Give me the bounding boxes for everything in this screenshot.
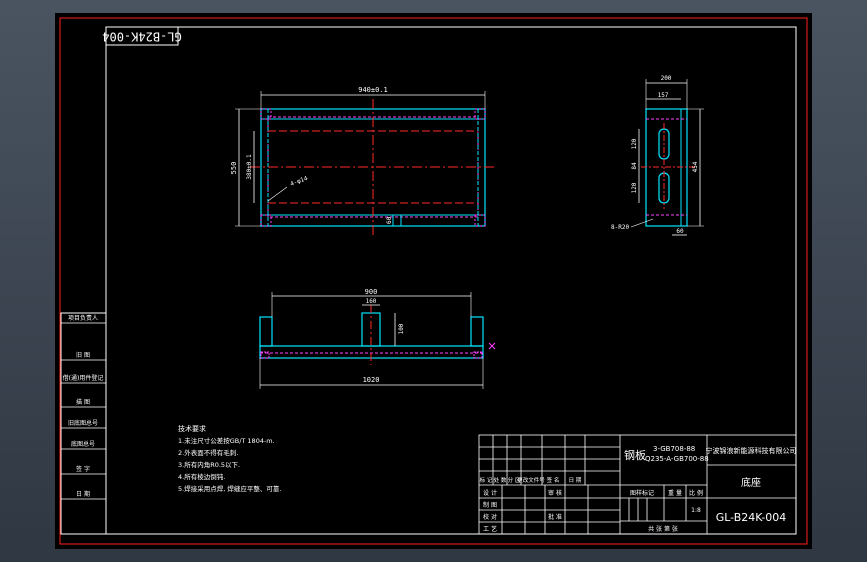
dim-front-rib: 160 (366, 298, 377, 305)
drawing-sheet: GL-B24K-004 项目负责人旧 图借(通)用件登记描 图旧底图总号底图总号… (55, 13, 812, 549)
scale-label: 比 例 (689, 489, 703, 497)
top-view: 940±0.1 550 380±0.1 4-φ14 60 (230, 86, 495, 235)
sheets-label: 共 张 第 张 (648, 525, 678, 533)
rotated-drawing-number: GL-B24K-004 (102, 30, 181, 44)
revision-header-cell: 签 名 (547, 476, 560, 484)
weight-label: 重 量 (668, 489, 682, 497)
stage-label: 图样标记 (630, 489, 654, 497)
scale-value: 1:8 (691, 507, 701, 514)
left-strip-label: 旧底图总号 (68, 419, 98, 427)
dim-top-small: 60 (386, 216, 393, 224)
dim-front-rib-height: 100 (398, 323, 405, 334)
left-label-strip: 项目负责人旧 图借(通)用件登记描 图旧底图总号底图总号签 字日 期 (60, 312, 107, 535)
dim-top-width: 940±0.1 (358, 86, 388, 94)
tech-note-item: 4.所有棱边倒钝. (178, 472, 225, 481)
dim-side-slot2: 84 (631, 162, 638, 170)
material-line3: Q235-A-GB700-88 (645, 455, 709, 463)
tech-note-item: 1.未注尺寸公差按GB/T 1804-m. (178, 436, 275, 445)
cad-drawing: GL-B24K-004 项目负责人旧 图借(通)用件登记描 图旧底图总号底图总号… (59, 17, 808, 545)
part-name: 底座 (741, 476, 761, 489)
left-strip-label: 描 图 (76, 398, 90, 406)
left-strip-label: 借(通)用件登记 (63, 374, 104, 382)
dim-side-height: 454 (692, 161, 699, 172)
dim-side-width: 200 (661, 75, 672, 82)
dim-side-offset: 157 (658, 92, 669, 99)
approval-label: 工 艺 (483, 525, 497, 533)
left-strip-label: 旧 图 (76, 352, 90, 359)
revision-header-cell: 标 记 (480, 476, 493, 484)
tech-note-item: 3.所有内角R0.5以下. (178, 460, 240, 469)
left-strip-label: 日 期 (76, 490, 90, 498)
dim-front-inner: 900 (365, 288, 378, 296)
tech-note-item: 5.焊接采用点焊, 焊缝应平整、可靠. (178, 484, 281, 493)
left-strip-label: 项目负责人 (68, 314, 98, 322)
approval-label: 审 核 (548, 489, 562, 497)
company-name: 宁波锦浪新能源科技有限公司 (706, 446, 797, 455)
dim-top-inner-height: 380±0.1 (246, 154, 253, 180)
approval-label: 设 计 (483, 489, 497, 497)
left-strip-label: 底图总号 (71, 440, 95, 448)
dim-side-bottom: 60 (676, 228, 684, 235)
approval-label: 批 准 (548, 513, 562, 521)
side-view: 200 157 120 84 120 454 60 8-R20 (611, 75, 704, 236)
dim-side-slot1: 120 (631, 138, 638, 149)
material-line2: 3-GB708-88 (653, 445, 695, 453)
left-strip-label: 签 字 (76, 465, 90, 473)
rotated-number-box: GL-B24K-004 (102, 26, 182, 46)
outer-frame (59, 17, 808, 545)
dim-front-total: 1020 (363, 376, 380, 384)
tech-note-item: 2.外表面不得有毛刺. (178, 448, 238, 457)
dim-top-holes: 4-φ14 (289, 175, 309, 188)
revision-header-cell: 日 期 (569, 477, 582, 484)
tech-notes-title: 技术要求 (178, 424, 206, 433)
approval-label: 制 图 (483, 501, 497, 509)
material-line1: 钢板 (624, 448, 646, 462)
technical-requirements: 技术要求 1.未注尺寸公差按GB/T 1804-m. 2.外表面不得有毛刺. 3.所… (178, 424, 281, 493)
approval-label: 校 对 (483, 513, 497, 521)
revision-header-cell: 更改文件号 (517, 476, 545, 484)
dim-side-slot3: 120 (631, 182, 638, 193)
dim-top-height: 550 (230, 162, 238, 175)
front-view: 900 160 100 1020 (259, 288, 496, 389)
revision-header-cell: 处 数 (494, 476, 507, 484)
dim-side-holes: 8-R20 (611, 224, 629, 231)
drawing-number: GL-B24K-004 (716, 511, 787, 524)
